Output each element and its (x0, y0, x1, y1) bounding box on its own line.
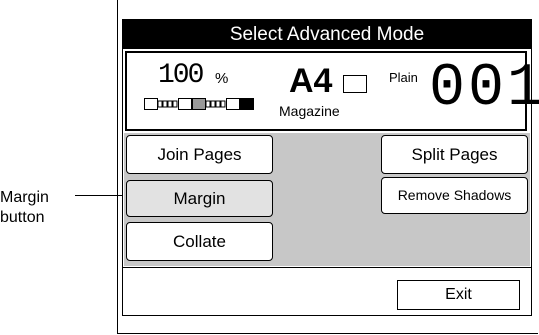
status-area: 100 % A4 Plain Magazine 001 (125, 51, 539, 131)
lcd-screen: Select Advanced Mode 100 % A4 Plain Maga… (122, 19, 539, 316)
divider (123, 267, 531, 268)
remove-shadows-button[interactable]: Remove Shadows (381, 177, 528, 214)
split-pages-button[interactable]: Split Pages (381, 135, 528, 174)
margin-button[interactable]: Margin (126, 180, 273, 217)
paper-type: Plain (389, 70, 418, 85)
zoom-value: 100 (158, 60, 204, 91)
callout-label-line2: button (0, 209, 45, 226)
original-type: Magazine (279, 103, 340, 119)
screen-title: Select Advanced Mode (123, 20, 531, 49)
callout-label-line1: Margin (0, 189, 49, 206)
density-scale-icon (144, 98, 254, 110)
paper-sheet-icon (343, 75, 367, 93)
callout-label: Margin button (0, 188, 70, 228)
copy-counter: 001 (429, 55, 539, 123)
collate-button[interactable]: Collate (126, 222, 273, 261)
join-pages-button[interactable]: Join Pages (126, 135, 273, 174)
paper-size: A4 (289, 62, 333, 100)
exit-button[interactable]: Exit (397, 280, 520, 310)
zoom-unit: % (215, 70, 229, 87)
